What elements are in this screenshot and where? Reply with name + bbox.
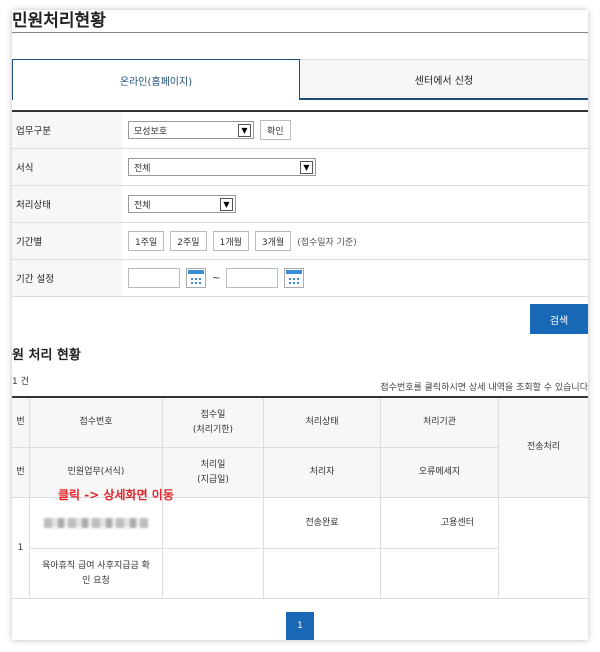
receipt-date-cell	[163, 498, 264, 549]
search-form: 업무구분 모성보호 ▼ 확인 서식 전체 ▼ 처리상태 전체 ▼ 기간별 1주일…	[12, 110, 588, 297]
title-divider	[12, 32, 588, 33]
form-type-select[interactable]: 전체 ▼	[128, 158, 316, 176]
period-1month-button[interactable]: 1개월	[212, 231, 249, 251]
row-index: 1	[12, 498, 30, 599]
main-frame: 민원처리현황 온라인(홈페이지) 센터에서 신청 업무구분 모성보호 ▼ 확인 …	[12, 10, 588, 640]
period-setting-label: 기간 설정	[12, 260, 122, 296]
search-button[interactable]: 검색	[530, 304, 588, 334]
row-civil-work: 육아휴직 급여 사후지급금 확인 요청	[30, 549, 163, 599]
form-type-value: 전체	[134, 163, 151, 174]
row-status: 전송완료	[264, 498, 381, 549]
end-date-input[interactable]	[226, 268, 279, 288]
calendar-icon[interactable]	[186, 268, 206, 288]
row-status: 처리상태 전체 ▼	[12, 186, 588, 223]
period-3month-button[interactable]: 3개월	[254, 231, 292, 251]
page-1-button[interactable]: 1	[286, 612, 314, 640]
processor-cell	[264, 549, 381, 599]
period-hint: (접수일자 기준)	[297, 237, 357, 248]
row-work-type: 업무구분 모성보호 ▼ 확인	[12, 112, 588, 149]
redacted-receipt-number	[44, 518, 148, 528]
header-index-bottom: 번	[12, 448, 30, 498]
results-title: 원 처리 현황	[12, 348, 81, 363]
error-msg-cell	[381, 549, 499, 599]
header-transfer: 전송처리	[499, 398, 588, 498]
header-error-msg: 오류메세지	[381, 448, 499, 498]
tab-center[interactable]: 센터에서 신청	[300, 59, 588, 100]
row-agency: 고용센터	[381, 498, 499, 549]
header-status: 처리상태	[264, 398, 381, 448]
result-count: 1 건	[12, 377, 29, 387]
period-2week-button[interactable]: 2주일	[170, 231, 207, 251]
period-label: 기간별	[12, 223, 122, 259]
annotation-note: 클릭 -> 상세화면 이동	[58, 488, 174, 502]
chevron-down-icon: ▼	[238, 123, 251, 137]
period-1week-button[interactable]: 1주일	[128, 231, 165, 251]
header-index-top: 번	[12, 398, 30, 448]
process-date-cell	[163, 549, 264, 599]
status-label: 처리상태	[12, 186, 122, 222]
row-period: 기간별 1주일 2주일 1개월 3개월 (접수일자 기준)	[12, 223, 588, 260]
header-receipt-no: 접수번호	[30, 398, 163, 448]
status-select[interactable]: 전체 ▼	[128, 195, 236, 213]
status-value: 전체	[134, 200, 151, 211]
header-processor: 처리자	[264, 448, 381, 498]
header-agency: 처리기관	[381, 398, 499, 448]
form-type-label: 서식	[12, 149, 122, 185]
work-type-label: 업무구분	[12, 112, 122, 148]
confirm-button[interactable]: 확인	[260, 120, 291, 140]
receipt-number-link[interactable]	[30, 498, 163, 549]
work-type-value: 모성보호	[134, 126, 168, 137]
chevron-down-icon: ▼	[300, 160, 313, 174]
tab-bar: 온라인(홈페이지) 센터에서 신청	[12, 59, 588, 100]
result-notice: 접수번호를 클릭하시면 상세 내역을 조회할 수 있습니다	[380, 383, 588, 393]
page-title: 민원처리현황	[12, 11, 106, 31]
start-date-input[interactable]	[128, 268, 180, 288]
header-process-date: 처리일 (지급일)	[163, 448, 264, 498]
results-table: 번 접수번호 접수일 (처리기한) 처리상태 처리기관 전송처리 번 민원업무(…	[12, 396, 588, 599]
date-range-tilde: ~	[212, 272, 221, 284]
tab-online[interactable]: 온라인(홈페이지)	[12, 59, 300, 100]
work-type-select[interactable]: 모성보호 ▼	[128, 121, 254, 139]
calendar-icon[interactable]	[284, 268, 305, 288]
row-period-setting: 기간 설정 ~	[12, 260, 588, 297]
header-receipt-date: 접수일 (처리기한)	[163, 398, 264, 448]
chevron-down-icon: ▼	[220, 197, 233, 211]
row-transfer	[499, 498, 588, 599]
row-form-type: 서식 전체 ▼	[12, 149, 588, 186]
